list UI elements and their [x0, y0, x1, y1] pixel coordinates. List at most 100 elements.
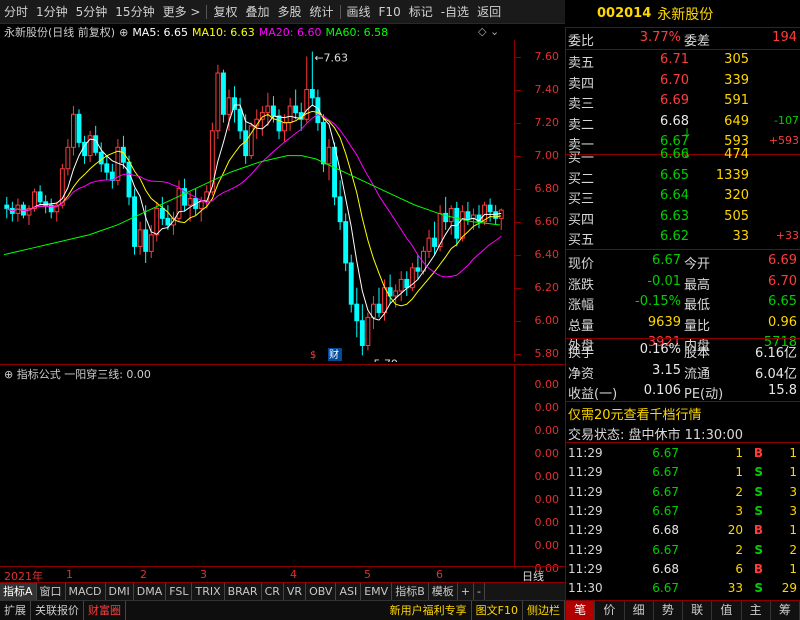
stat-value: 6.69	[768, 253, 797, 268]
finance-marker[interactable]: 财	[329, 348, 339, 361]
toolbar-item-1[interactable]: 1分钟	[32, 3, 72, 20]
candle-body	[326, 146, 332, 165]
indicator-toggle-icon[interactable]: ⊕	[4, 368, 13, 381]
candle-body	[276, 115, 282, 132]
date-tick-label: 2	[140, 568, 147, 581]
quote-tab-7[interactable]: 筹	[771, 601, 800, 620]
toolbar-item-11[interactable]: 标记	[405, 3, 437, 20]
indicator-tab-10[interactable]: OBV	[306, 582, 337, 601]
tick-time: 11:29	[568, 446, 603, 460]
status-item-5[interactable]: 侧边栏	[523, 600, 565, 620]
indicator-tab-16[interactable]: -	[474, 582, 485, 601]
status-item-4[interactable]: 图文F10	[472, 600, 523, 620]
candle-body	[187, 198, 193, 206]
quote-tab-4[interactable]: 联	[683, 601, 713, 620]
price-tick-label: 7.20	[534, 115, 560, 129]
indicator-tab-2[interactable]: MACD	[66, 582, 106, 601]
toolbar-item-13[interactable]: 返回	[473, 3, 505, 20]
candle-body	[65, 146, 71, 170]
asks-row[interactable]: 卖三 6.69 591	[566, 92, 800, 112]
indicator-tab-0[interactable]: 指标A	[0, 582, 37, 601]
candle-body	[209, 130, 215, 193]
toolbar-item-5[interactable]: 复权	[209, 3, 241, 20]
candle-body	[376, 303, 382, 313]
ma-toggle-icon[interactable]: ⊕	[119, 26, 128, 39]
asks-row[interactable]: 卖五 6.71 305	[566, 51, 800, 71]
tick-count: 2	[789, 542, 797, 557]
stat-value: -0.15%	[635, 294, 681, 310]
divider	[566, 401, 800, 402]
quote-tab-0[interactable]: 笔	[566, 601, 596, 620]
date-tick-label: 1	[66, 568, 73, 581]
bids-row[interactable]: 买五 6.62 33 +33	[566, 228, 800, 248]
toolbar-item-12[interactable]: -自选	[437, 3, 473, 20]
stat-row: 涨跌 -0.01 最高 6.70	[566, 273, 800, 293]
indicator-tab-12[interactable]: EMV	[361, 582, 393, 601]
indicator-tab-1[interactable]: 窗口	[37, 582, 66, 601]
indicator-tab-6[interactable]: TRIX	[192, 582, 225, 601]
quote-tab-6[interactable]: 主	[742, 601, 771, 620]
status-item-3[interactable]: 新用户福利专享	[386, 600, 472, 620]
bids-price: 6.64	[660, 188, 689, 204]
price-tick-mark	[515, 188, 521, 190]
indicator-tab-8[interactable]: CR	[262, 582, 284, 601]
tick-side: B	[753, 561, 763, 576]
chart-nav-icons[interactable]: ◇ ⌄	[478, 25, 499, 38]
quote-tab-3[interactable]: 势	[654, 601, 683, 620]
candle-body	[71, 113, 76, 148]
indicator-tab-13[interactable]: 指标B	[392, 582, 429, 601]
promo-row[interactable]: 仅需20元查看千档行情	[566, 403, 800, 423]
dividend-marker[interactable]: $	[310, 350, 316, 361]
promo-link[interactable]: 仅需20元查看千档行情	[568, 404, 702, 423]
bids-row[interactable]: 买二 6.65 1339	[566, 167, 800, 187]
candle-body	[443, 212, 449, 223]
tick-price: 6.67	[652, 465, 679, 480]
kline-chart[interactable]: ←7.63 ←5.79 $ 财	[0, 40, 515, 370]
indicator-chart[interactable]	[0, 364, 515, 566]
indicator-tab-9[interactable]: VR	[284, 582, 307, 601]
stat-label: 最高	[684, 277, 711, 293]
bids-row[interactable]: 买三 6.64 320	[566, 187, 800, 207]
quote-tab-1[interactable]: 价	[595, 601, 625, 620]
tick-count: 3	[789, 484, 797, 499]
price-tick-label: 7.00	[534, 148, 560, 162]
indicator-tab-5[interactable]: FSL	[166, 582, 193, 601]
quote-tab-2[interactable]: 细	[625, 601, 654, 620]
asks-label: 卖四	[568, 76, 595, 92]
toolbar-item-8[interactable]: 统计	[306, 3, 338, 20]
fundamental-row: 净资 3.15 流通 6.04亿	[566, 362, 800, 382]
asks-label: 卖五	[568, 56, 595, 71]
bids-change: +33	[775, 229, 799, 243]
tick-count: 3	[789, 503, 797, 518]
toolbar-item-2[interactable]: 5分钟	[72, 3, 112, 20]
indicator-tab-15[interactable]: +	[458, 582, 474, 601]
indicator-tab-3[interactable]: DMI	[106, 582, 134, 601]
toolbar-item-6[interactable]: 叠加	[241, 3, 273, 20]
tick-volume: 3	[735, 503, 743, 518]
stat-label: 最低	[684, 298, 711, 314]
status-item-1[interactable]: 关联报价	[31, 600, 84, 620]
status-item-2[interactable]: 财富圈	[84, 600, 126, 620]
candle-body	[104, 163, 110, 173]
toolbar-item-0[interactable]: 分时	[0, 3, 32, 20]
toolbar-item-10[interactable]: F10	[375, 5, 405, 19]
status-item-0[interactable]: 扩展	[0, 600, 31, 620]
bids-row[interactable]: 买四 6.63 505	[566, 208, 800, 228]
price-tick-label: 7.60	[534, 49, 560, 63]
toolbar-item-4[interactable]: 更多 >	[159, 3, 205, 20]
indicator-tab-11[interactable]: ASI	[336, 582, 362, 601]
ma60-line	[3, 155, 501, 256]
indicator-tab-4[interactable]: DMA	[134, 582, 167, 601]
candle-body	[143, 229, 149, 252]
toolbar-item-3[interactable]: 15分钟	[111, 3, 158, 20]
bids-price: 6.65	[660, 167, 689, 183]
indicator-tab-14[interactable]: 模板	[429, 582, 458, 601]
quote-tab-5[interactable]: 值	[712, 601, 742, 620]
toolbar-item-7[interactable]: 多股	[273, 3, 305, 20]
toolbar-item-9[interactable]: 画线	[343, 3, 375, 20]
asks-row[interactable]: 卖四 6.70 339	[566, 72, 800, 92]
price-tick-label: 7.40	[534, 82, 560, 96]
weicha-label: 委差	[684, 34, 711, 49]
toolbar-separator	[339, 4, 341, 19]
indicator-tab-7[interactable]: BRAR	[225, 582, 262, 601]
